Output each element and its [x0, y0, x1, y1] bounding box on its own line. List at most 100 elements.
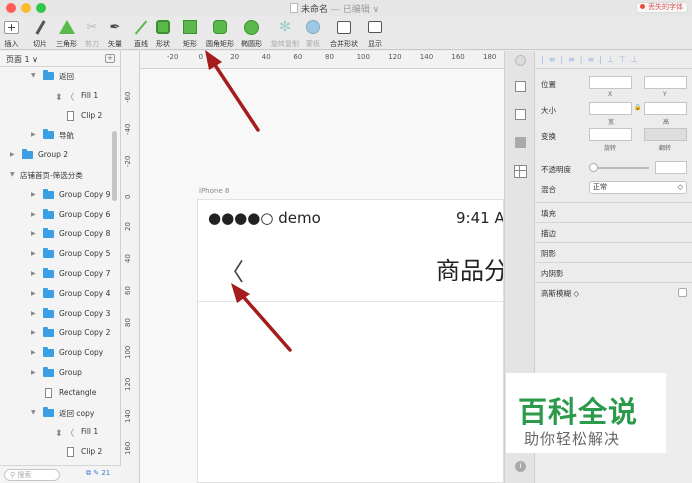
toolbar-shapes-button[interactable]: 形状 — [156, 18, 170, 49]
layer-row[interactable]: ▶ Group — [0, 364, 120, 384]
disclosure-closed-icon[interactable]: ▶ — [10, 151, 15, 158]
gaussian-blur-section[interactable]: 高斯模糊 ◇ — [535, 282, 692, 302]
toolbar-label: 三角形 — [56, 40, 77, 48]
transform-label: 变换 — [541, 132, 556, 141]
toolbar-line-button[interactable]: 直线 — [134, 18, 148, 49]
document-title[interactable]: 未命名 — 已编辑 ∨ — [290, 2, 379, 15]
folder-icon — [43, 267, 54, 278]
page-selector[interactable]: 页面 1 ∨ + — [0, 51, 120, 67]
toolbar-rectangle-button[interactable]: 矩形 — [183, 18, 197, 49]
status-bar-carrier: ●●●●○ demo — [208, 209, 321, 227]
layer-row[interactable]: ▼ 返回 copy — [0, 404, 120, 424]
disclosure-closed-icon[interactable]: ▶ — [31, 310, 36, 317]
layer-row[interactable]: ▶ Group Copy 2 — [0, 324, 120, 344]
grid-icon[interactable] — [515, 137, 526, 148]
disclosure-closed-icon[interactable]: ▶ — [31, 329, 36, 336]
toolbar-label: 剪刀 — [85, 40, 99, 48]
toolbar-display-button[interactable]: 显示 — [368, 18, 382, 49]
layer-row[interactable]: ▼ 店铺首页-筛选分类 — [0, 166, 120, 186]
size-label: 大小 — [541, 106, 556, 115]
flip-buttons[interactable] — [644, 128, 687, 141]
layer-row[interactable]: ▶ Group 2 — [0, 146, 120, 166]
toolbar-label: 矢量 — [108, 40, 122, 48]
position-x-field[interactable] — [589, 76, 632, 89]
layer-row[interactable]: ▶ Group Copy — [0, 344, 120, 364]
disclosure-closed-icon[interactable]: ▶ — [31, 230, 36, 237]
opacity-slider[interactable] — [591, 167, 649, 169]
layer-row[interactable]: Clip 2 — [0, 443, 120, 463]
layer-row[interactable]: ▶ Group Copy 5 — [0, 245, 120, 265]
export-icon[interactable] — [515, 81, 526, 92]
toolbar-triangle-button[interactable]: 三角形 — [56, 18, 77, 49]
toolbar-pen-button[interactable]: ✒ 矢量 — [108, 18, 122, 49]
minimize-window-button[interactable] — [21, 3, 31, 13]
title-bar: 未命名 — 已编辑 ∨ 丢失的字体 — [0, 0, 692, 16]
layer-row[interactable]: ▶ Group Copy 4 — [0, 285, 120, 305]
disclosure-closed-icon[interactable]: ▶ — [31, 191, 36, 198]
alignment-toolbar[interactable]: |≡|≡|≡|⊥⊤⊥ — [535, 51, 692, 69]
gaussian-blur-checkbox[interactable] — [678, 288, 687, 297]
toolbar-scissors-button[interactable]: ✂ 剪刀 — [85, 18, 99, 49]
disclosure-closed-icon[interactable]: ▶ — [31, 211, 36, 218]
width-field[interactable] — [589, 102, 632, 115]
opacity-slider-knob[interactable] — [589, 163, 598, 172]
footer-icons[interactable]: ⧉ ✎ 21 — [86, 469, 110, 478]
blend-select[interactable]: 正常 ◇ — [589, 181, 687, 194]
layer-row[interactable]: ⬍ 〈 Fill 1 — [0, 423, 120, 443]
table-icon[interactable] — [514, 165, 527, 178]
position-y-field[interactable] — [644, 76, 687, 89]
layer-row[interactable]: ⬍ 〈 Fill 1 — [0, 87, 120, 107]
layer-row[interactable]: ▼ 返回 — [0, 67, 120, 87]
disclosure-open-icon[interactable]: ▼ — [31, 409, 36, 416]
back-chevron-icon[interactable]: 〈 — [220, 252, 244, 287]
border-section[interactable]: 描边 — [535, 222, 692, 242]
info-icon[interactable]: i — [515, 461, 526, 472]
toolbar-mask-button[interactable]: 蒙板 — [306, 18, 320, 49]
toolbar-oval-button[interactable]: 椭圆形 — [241, 18, 262, 49]
rotate-field[interactable] — [589, 128, 632, 141]
toolbar-rotate-copy-button[interactable]: ✻ 旋转复制 — [271, 18, 299, 49]
opacity-field[interactable] — [655, 161, 687, 174]
disclosure-open-icon[interactable]: ▼ — [31, 72, 36, 79]
x-label: X — [608, 91, 613, 98]
layer-row[interactable]: ▶ Group Copy 6 — [0, 206, 120, 226]
layout-icon[interactable] — [515, 109, 526, 120]
edit-icon[interactable]: ✎ — [93, 469, 99, 477]
duplicate-icon[interactable]: ⧉ — [86, 469, 91, 477]
height-field[interactable] — [644, 102, 687, 115]
disclosure-open-icon[interactable]: ▼ — [10, 171, 15, 178]
toolbar-rounded-rectangle-button[interactable]: 圆角矩形 — [206, 18, 234, 49]
toolbar-label: 插入 — [4, 40, 19, 48]
layer-row[interactable]: ▶ Group Copy 9 — [0, 186, 120, 206]
layer-search-input[interactable]: ⚲ 搜索 — [4, 469, 60, 481]
share-icon[interactable] — [515, 55, 526, 66]
layer-row[interactable]: ▶ 导航 — [0, 126, 120, 146]
artboard-iphone8[interactable]: ●●●●○ demo 9:41 A 〈 商品分 — [197, 199, 504, 483]
missing-fonts-badge[interactable]: 丢失的字体 — [636, 2, 688, 13]
layer-row[interactable]: Rectangle — [0, 384, 120, 404]
toolbar-combine-shapes-button[interactable]: 合并形状 — [330, 18, 358, 49]
close-window-button[interactable] — [6, 3, 16, 13]
blend-label: 混合 — [541, 185, 556, 194]
disclosure-closed-icon[interactable]: ▶ — [31, 349, 36, 356]
disclosure-closed-icon[interactable]: ▶ — [31, 250, 36, 257]
disclosure-closed-icon[interactable]: ▶ — [31, 270, 36, 277]
zoom-window-button[interactable] — [36, 3, 46, 13]
layer-row[interactable]: ▶ Group Copy 7 — [0, 265, 120, 285]
inner-shadow-section[interactable]: 内阴影 — [535, 262, 692, 282]
layer-row[interactable]: ▶ Group Copy 8 — [0, 225, 120, 245]
toolbar-plus-button[interactable]: + 插入 — [4, 18, 19, 49]
ruler-tick-label: 100 — [124, 345, 132, 359]
disclosure-closed-icon[interactable]: ▶ — [31, 131, 36, 138]
add-page-icon[interactable]: + — [105, 54, 115, 63]
layer-row[interactable]: Clip 2 — [0, 107, 120, 127]
fill-section[interactable]: 填充 — [535, 202, 692, 222]
disclosure-closed-icon[interactable]: ▶ — [31, 369, 36, 376]
layer-row[interactable]: ▶ Group Copy 3 — [0, 305, 120, 325]
lock-ratio-icon[interactable]: 🔒 — [634, 104, 641, 111]
artboard-label[interactable]: iPhone 8 — [199, 187, 229, 195]
shadow-section[interactable]: 阴影 — [535, 242, 692, 262]
toolbar-slice-knife-button[interactable]: 切片 — [33, 18, 47, 49]
disclosure-closed-icon[interactable]: ▶ — [31, 290, 36, 297]
layers-scrollbar[interactable] — [112, 131, 117, 201]
